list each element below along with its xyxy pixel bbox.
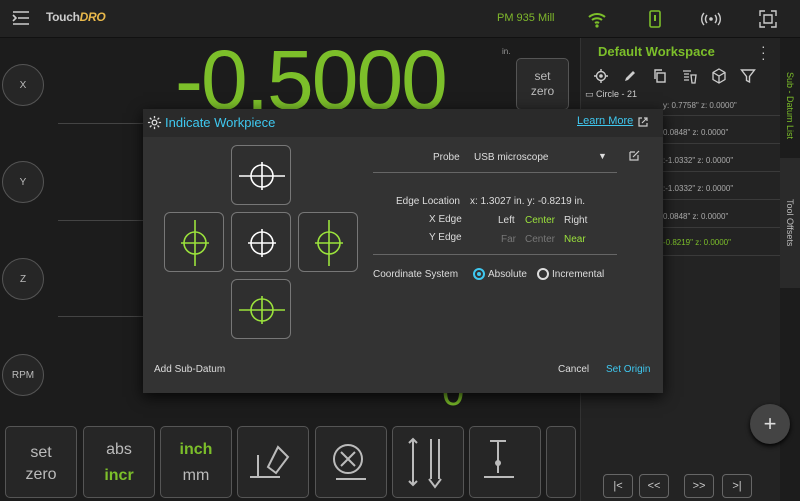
pad-near-right[interactable]	[298, 212, 358, 272]
set-origin-button[interactable]: Set Origin	[606, 364, 650, 375]
divider	[373, 254, 617, 255]
pad-near-left[interactable]	[164, 212, 224, 272]
axis-rpm-button[interactable]: RPM	[2, 354, 44, 396]
machine-name[interactable]: PM 935 Mill	[497, 12, 554, 24]
edge-location-label: Edge Location	[396, 196, 460, 207]
radio-absolute[interactable]	[473, 268, 485, 280]
more-vert-icon[interactable]: · · ·	[761, 39, 766, 65]
edit-probe-icon[interactable]	[628, 150, 640, 162]
edge-find-button[interactable]	[237, 426, 309, 498]
y-edge-center[interactable]: Center	[525, 234, 555, 245]
copy-icon[interactable]	[652, 68, 668, 84]
touchdro-app: { "topbar":{"logo_main":"Touch","logo_ac…	[0, 0, 800, 501]
learn-more-link[interactable]: Learn More	[577, 115, 633, 127]
filter-icon[interactable]	[740, 68, 756, 84]
sub-datum-group[interactable]: ▭ Circle - 21	[585, 89, 637, 100]
fullscreen-icon[interactable]	[758, 9, 778, 29]
probe-touch-icon	[484, 440, 514, 478]
add-fab-button[interactable]: +	[750, 404, 790, 444]
probe-label: Probe	[433, 152, 460, 163]
add-sub-datum-button[interactable]: Add Sub-Datum	[154, 364, 225, 375]
edge-location-value: x: 1.3027 in. y: -0.8219 in.	[470, 196, 586, 207]
axis-x-button[interactable]: X	[2, 64, 44, 106]
menu-icon[interactable]	[12, 10, 30, 26]
cancel-button[interactable]: Cancel	[558, 364, 589, 375]
sub-datum-row[interactable]: 0.0848" z: 0.0000"	[663, 212, 728, 221]
tab-tool-offsets[interactable]: Tool Offsets	[780, 158, 800, 288]
absolute-option[interactable]: Absolute	[488, 269, 527, 280]
sub-datum-row[interactable]: :-1.0332" z: 0.0000"	[663, 184, 733, 193]
x-edge-left[interactable]: Left	[498, 215, 515, 226]
cube-icon[interactable]	[711, 68, 727, 84]
wifi-icon	[588, 13, 606, 28]
incremental-option[interactable]: Incremental	[552, 269, 604, 280]
y-edge-near[interactable]: Near	[564, 234, 586, 245]
sub-datum-row[interactable]: :-1.0332" z: 0.0000"	[663, 156, 733, 165]
y-edge-label: Y Edge	[429, 232, 462, 243]
sub-datum-row-active[interactable]: -0.8219" z: 0.0000"	[663, 238, 731, 247]
pad-near-center[interactable]	[231, 279, 291, 339]
tab-sub-datum-list[interactable]: Sub - Datum List	[780, 46, 800, 166]
divider	[373, 172, 617, 173]
indicate-workpiece-dialog: Indicate Workpiece Learn More Probe USB …	[143, 109, 663, 393]
dialog-header: Indicate Workpiece Learn More	[143, 109, 663, 137]
x-edge-center[interactable]: Center	[525, 215, 555, 226]
pad-far-center[interactable]	[231, 145, 291, 205]
probe-select[interactable]: USB microscope	[474, 152, 548, 163]
app-logo: TouchDRO	[46, 10, 106, 24]
abs-incr-toggle[interactable]: abs incr	[83, 426, 155, 498]
remote-device-icon[interactable]	[645, 9, 665, 29]
gear-icon	[147, 115, 162, 130]
x-edge-right[interactable]: Right	[564, 215, 587, 226]
broadcast-icon[interactable]	[701, 9, 721, 29]
more-tools-button[interactable]	[546, 426, 576, 498]
x-edge-label: X Edge	[429, 214, 462, 225]
set-zero-all-button[interactable]: set zero	[5, 426, 77, 498]
sub-datum-row[interactable]: y: 0.7758" z: 0.0000"	[663, 101, 737, 110]
pad-center[interactable]	[231, 212, 291, 272]
tool-touch-button[interactable]	[469, 426, 541, 498]
end-mill-icon	[333, 444, 366, 480]
set-zero-button[interactable]: set zero	[516, 58, 569, 110]
locate-icon[interactable]	[593, 68, 609, 84]
drill-measure-icon	[408, 437, 442, 489]
coordinate-system-label: Coordinate System	[373, 269, 459, 280]
nav-last-button[interactable]: >|	[722, 474, 752, 498]
delete-icon[interactable]	[681, 68, 697, 84]
radio-incremental[interactable]	[537, 268, 549, 280]
nav-prev-button[interactable]: <<	[639, 474, 669, 498]
nav-next-button[interactable]: >>	[684, 474, 714, 498]
edge-finder-icon	[250, 445, 290, 478]
external-link-icon[interactable]	[638, 117, 648, 127]
dialog-title: Indicate Workpiece	[165, 115, 276, 130]
y-edge-far[interactable]: Far	[501, 234, 516, 245]
bolt-circle-button[interactable]	[315, 426, 387, 498]
inch-mm-toggle[interactable]: inch mm	[160, 426, 232, 498]
axis-y-button[interactable]: Y	[2, 161, 44, 203]
tool-length-button[interactable]	[392, 426, 464, 498]
axis-z-button[interactable]: Z	[2, 258, 44, 300]
sub-datum-row[interactable]: 0.0848" z: 0.0000"	[663, 128, 728, 137]
chevron-down-icon[interactable]: ▼	[598, 151, 607, 161]
dro-unit: in.	[502, 47, 511, 56]
edit-icon[interactable]	[622, 68, 638, 84]
workspace-title[interactable]: Default Workspace	[598, 44, 715, 59]
nav-first-button[interactable]: |<	[603, 474, 633, 498]
